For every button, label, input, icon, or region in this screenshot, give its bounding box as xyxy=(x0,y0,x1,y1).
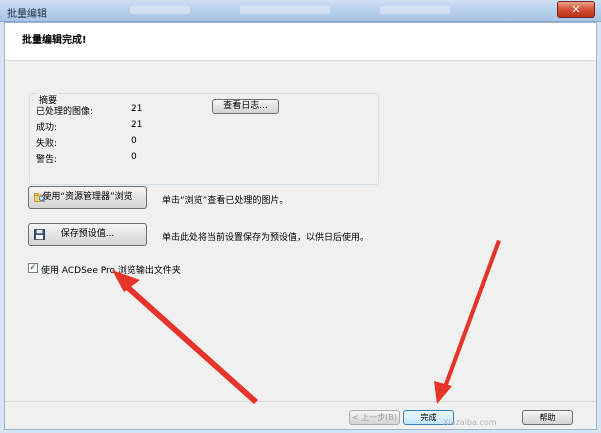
title-bar-decoration xyxy=(380,6,450,14)
failed-label: 失败: xyxy=(36,139,58,149)
footer-divider xyxy=(5,401,596,402)
browse-output-label[interactable]: 使用 ACDSee Pro 浏览输出文件夹 xyxy=(41,263,181,276)
check-mark-icon: ✓ xyxy=(29,263,37,273)
dialog-header: 批量编辑完成! xyxy=(5,23,596,61)
processed-label: 已处理的图像: xyxy=(36,107,94,117)
floppy-disk-icon xyxy=(34,229,45,240)
title-bar: 批量编辑 ✕ xyxy=(0,0,601,22)
folder-magnify-icon xyxy=(34,193,45,203)
title-bar-decoration xyxy=(130,6,190,14)
back-button[interactable]: < 上一步(B) xyxy=(349,410,400,425)
window-title: 批量编辑 xyxy=(7,9,47,20)
warning-value: 0 xyxy=(131,152,137,162)
explorer-description: 单击“浏览”查看已处理的图片。 xyxy=(162,196,289,206)
watermark: Xiazaiba.com xyxy=(443,418,497,427)
title-bar-decoration xyxy=(240,6,330,14)
help-button[interactable]: 帮助 xyxy=(522,410,573,425)
explorer-button-label: 使用“资源管理器”浏览 xyxy=(42,192,133,202)
processed-value: 21 xyxy=(131,104,143,114)
view-log-button[interactable]: 查看日志... xyxy=(212,99,279,114)
summary-group: 摘要 已处理的图像: 21 成功: 21 失败: 0 警告: 0 查看日志... xyxy=(29,93,379,185)
success-label: 成功: xyxy=(36,123,58,133)
browse-output-checkbox[interactable]: ✓ xyxy=(28,263,38,273)
save-preset-button[interactable]: 保存预设值... xyxy=(28,223,147,246)
save-preset-label: 保存预设值... xyxy=(60,229,115,239)
save-preset-description: 单击此处将当前设置保存为预设值，以供日后使用。 xyxy=(162,233,370,243)
close-button[interactable]: ✕ xyxy=(557,1,595,18)
warning-label: 警告: xyxy=(36,155,58,165)
failed-value: 0 xyxy=(131,136,137,146)
dialog-window: 批量编辑完成! 摘要 已处理的图像: 21 成功: 21 失败: 0 警告: 0… xyxy=(4,22,597,430)
success-value: 21 xyxy=(131,120,143,130)
page-title: 批量编辑完成! xyxy=(22,35,87,46)
explorer-button[interactable]: 使用“资源管理器”浏览 xyxy=(28,186,147,209)
